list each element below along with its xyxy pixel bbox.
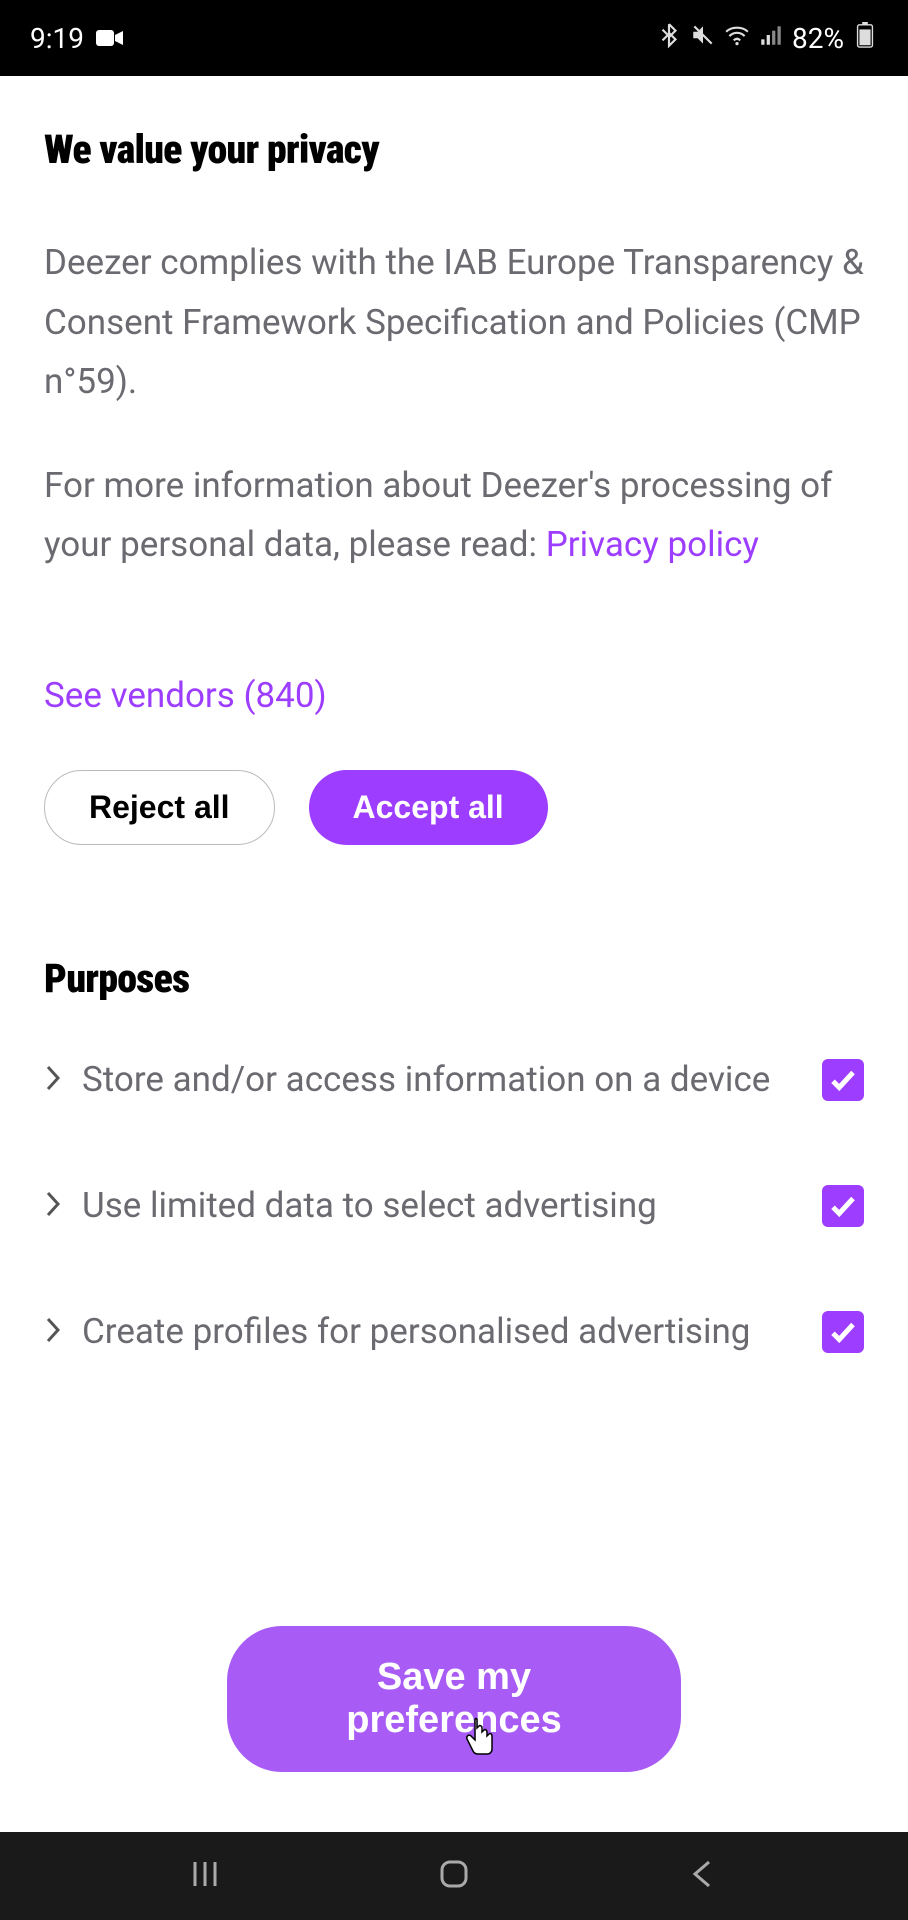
purpose-checkbox[interactable] — [822, 1311, 864, 1353]
recent-apps-icon[interactable] — [187, 1856, 223, 1896]
chevron-right-icon[interactable] — [44, 1189, 64, 1223]
chevron-right-icon[interactable] — [44, 1315, 64, 1349]
purpose-label[interactable]: Use limited data to select advertising — [82, 1178, 804, 1234]
privacy-dialog: We value your privacy Deezer complies wi… — [0, 76, 908, 1832]
see-vendors-link[interactable]: See vendors (840) — [44, 675, 864, 716]
purpose-checkbox[interactable] — [822, 1059, 864, 1101]
purposes-heading: Purposes — [44, 955, 864, 1002]
info-text: For more information about Deezer's proc… — [44, 456, 864, 575]
compliance-text: Deezer complies with the IAB Europe Tran… — [44, 233, 864, 412]
purpose-label[interactable]: Create profiles for personalised adverti… — [82, 1304, 804, 1360]
mute-icon — [690, 22, 716, 55]
battery-icon — [852, 22, 878, 55]
reject-all-button[interactable]: Reject all — [44, 770, 275, 845]
back-icon[interactable] — [685, 1856, 721, 1896]
purpose-row: Store and/or access information on a dev… — [44, 1052, 864, 1108]
video-camera-icon — [96, 22, 124, 55]
signal-icon — [758, 22, 784, 55]
privacy-policy-link[interactable]: Privacy policy — [546, 524, 759, 565]
android-nav-bar — [0, 1832, 908, 1920]
wifi-icon — [724, 22, 750, 55]
consent-button-row: Reject all Accept all — [44, 770, 864, 845]
bluetooth-icon — [656, 22, 682, 55]
save-preferences-button[interactable]: Save my preferences — [227, 1626, 681, 1772]
chevron-right-icon[interactable] — [44, 1063, 64, 1097]
purpose-row: Create profiles for personalised adverti… — [44, 1304, 864, 1360]
purpose-row: Use limited data to select advertising — [44, 1178, 864, 1234]
page-title: We value your privacy — [44, 126, 864, 173]
status-bar: 9:19 82% — [0, 0, 908, 76]
purpose-label[interactable]: Store and/or access information on a dev… — [82, 1052, 804, 1108]
home-icon[interactable] — [436, 1856, 472, 1896]
battery-percent: 82% — [792, 22, 844, 55]
accept-all-button[interactable]: Accept all — [309, 770, 548, 845]
purpose-checkbox[interactable] — [822, 1185, 864, 1227]
status-time: 9:19 — [30, 22, 84, 55]
